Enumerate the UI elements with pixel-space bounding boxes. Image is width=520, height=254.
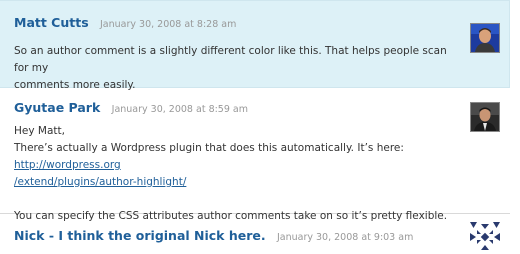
comment-date-link[interactable]: January 30, 2008 at 8:28 am (100, 19, 236, 30)
avatar-photo-icon (470, 23, 500, 53)
plugin-link[interactable]: http://wordpress.org (14, 159, 121, 171)
comment-date-link[interactable]: January 30, 2008 at 8:59 am (112, 104, 248, 115)
comment-paragraph: So an author comment is a slightly diffe… (14, 43, 464, 94)
comment-date-link[interactable]: January 30, 2008 at 9:03 am (277, 232, 413, 243)
comment-header: Gyutae Park January 30, 2008 at 8:59 am (14, 100, 248, 115)
avatar-photo-icon (470, 102, 500, 132)
comment-author-name[interactable]: Nick - I think the original Nick here. (14, 228, 266, 243)
comment: Nick - I think the original Nick here. J… (0, 214, 510, 254)
comment-body: So an author comment is a slightly diffe… (14, 43, 464, 94)
comment-author-name[interactable]: Matt Cutts (14, 15, 89, 30)
comment-body: Hey Matt, There’s actually a Wordpress p… (14, 123, 494, 225)
plugin-link-continued[interactable]: /extend/plugins/author-highlight/ (14, 176, 186, 188)
comment-paragraph: Hey Matt, There’s actually a Wordpress p… (14, 123, 494, 191)
comment-text-line: There’s actually a Wordpress plugin that… (14, 142, 404, 154)
author-comment: Matt Cutts January 30, 2008 at 8:28 am S… (0, 0, 510, 91)
comment-text-line: So an author comment is a slightly diffe… (14, 45, 447, 74)
comment: Gyutae Park January 30, 2008 at 8:59 am … (0, 88, 510, 222)
comment-text-line: Hey Matt, (14, 125, 65, 137)
comment-author-name[interactable]: Gyutae Park (14, 100, 100, 115)
comment-header: Matt Cutts January 30, 2008 at 8:28 am (14, 15, 236, 30)
identicon-avatar-icon (470, 222, 500, 252)
comment-header: Nick - I think the original Nick here. J… (14, 228, 413, 243)
